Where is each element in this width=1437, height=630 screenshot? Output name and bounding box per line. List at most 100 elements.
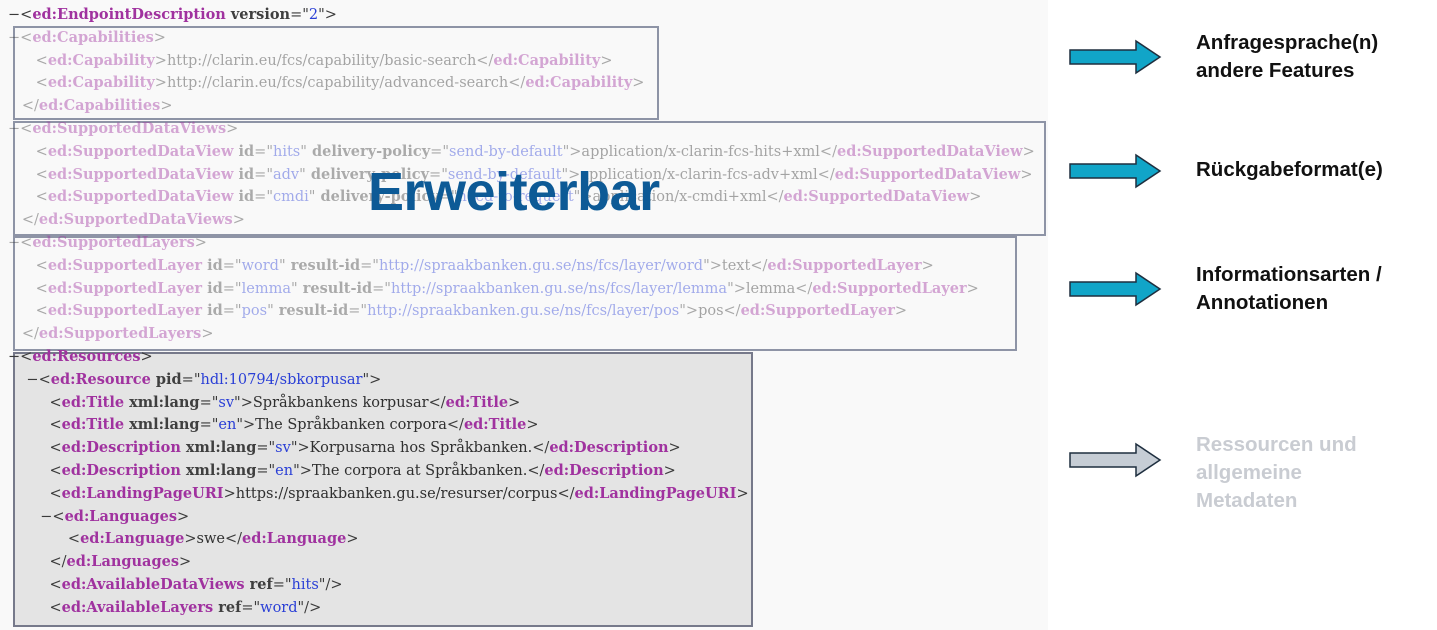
- xml-line: −<ed:SupportedLayers>: [8, 232, 207, 254]
- xml-token: −<: [8, 121, 33, 137]
- xml-line: </ed:Languages>: [8, 551, 191, 573]
- xml-token: <: [8, 485, 62, 502]
- xml-token: ed:Title: [61, 416, 125, 434]
- xml-token: </: [817, 166, 835, 183]
- xml-token: ed:SupportedLayers: [32, 234, 195, 251]
- xml-token: result-id: [285, 256, 361, 274]
- xml-line: <ed:SupportedLayer id="pos" result-id="h…: [8, 300, 907, 322]
- xml-token: =": [222, 303, 242, 320]
- xml-token: <: [8, 280, 48, 297]
- xml-token: >: [966, 280, 979, 297]
- xml-token: <: [8, 531, 81, 548]
- xml-token: ed:SupportedLayers: [38, 325, 202, 343]
- xml-token: <: [8, 599, 62, 616]
- xml-token: Korpusarna hos Språkbanken.: [309, 440, 533, 457]
- xml-token: ed:SupportedLayer: [740, 302, 895, 320]
- callout-line: andere Features: [1196, 59, 1355, 82]
- xml-token: id: [202, 256, 223, 274]
- xml-token: ed:SupportedDataView: [47, 142, 234, 160]
- xml-token: ed:Capability: [525, 74, 633, 92]
- xml-token: ">: [236, 417, 256, 434]
- xml-token: <: [8, 52, 48, 69]
- xml-token: </: [428, 394, 446, 411]
- callout-line: Annotationen: [1196, 291, 1329, 314]
- arrow-icon: [1069, 271, 1162, 307]
- xml-line: </ed:SupportedDataViews>: [8, 209, 245, 231]
- xml-token: en: [218, 417, 237, 434]
- xml-token: sv: [275, 440, 291, 457]
- xml-line: <ed:Capability>http://clarin.eu/fcs/capa…: [8, 50, 613, 72]
- xml-token: ed:SupportedDataView: [47, 165, 234, 183]
- xml-token: <: [8, 440, 62, 457]
- xml-line: </ed:Capabilities>: [8, 95, 173, 117]
- xml-token: ed:SupportedDataViews: [38, 211, 233, 229]
- xml-line: −<ed:EndpointDescription version="2">: [8, 4, 337, 26]
- xml-token: ref: [244, 576, 273, 593]
- xml-token: word: [241, 257, 279, 274]
- xml-token: hits: [273, 143, 301, 160]
- xml-token: application/x-clarin-fcs-hits+xml: [581, 143, 820, 160]
- callout-line: allgemeine: [1196, 461, 1302, 484]
- xml-token: −<: [8, 7, 33, 23]
- xml-token: ed:Languages: [66, 553, 179, 571]
- xml-line: −<ed:SupportedDataViews>: [8, 118, 238, 140]
- xml-token: =": [272, 577, 292, 593]
- xml-token: =": [199, 417, 219, 434]
- xml-token: ": [267, 303, 274, 320]
- xml-token: ed:Capabilities: [38, 97, 161, 115]
- xml-token: </: [8, 326, 39, 343]
- xml-token: ed:Description: [549, 439, 669, 457]
- xml-token: ed:SupportedDataView: [783, 188, 970, 206]
- xml-token: ">: [362, 371, 382, 388]
- xml-token: ed:SupportedLayer: [767, 256, 922, 274]
- xml-token: pid: [150, 370, 182, 388]
- xml-token: ">: [290, 440, 310, 457]
- xml-line: −<ed:Languages>: [8, 506, 189, 528]
- xml-token: ed:Language: [80, 530, 185, 548]
- xml-token: ": [278, 257, 286, 274]
- xml-token: The Språkbanken corpora: [255, 417, 447, 434]
- xml-token: >: [140, 349, 153, 365]
- xml-token: ref: [213, 598, 242, 616]
- xml-line: −<ed:Resource pid="hdl:10794/sbkorpusar"…: [8, 369, 381, 391]
- xml-line: −<ed:Capabilities>: [8, 27, 166, 49]
- xml-token: xml:lang: [180, 439, 257, 457]
- xml-token: </: [446, 417, 464, 434]
- xml-token: ">: [318, 7, 337, 23]
- xml-token: ed:SupportedDataView: [836, 142, 1023, 160]
- xml-token: </: [819, 143, 837, 160]
- xml-token: >: [921, 257, 934, 274]
- xml-token: 2: [308, 7, 319, 23]
- xml-token: http://clarin.eu/fcs/capability/basic-se…: [166, 52, 477, 69]
- xml-token: =": [348, 303, 368, 320]
- xml-line: <ed:SupportedLayer id="lemma" result-id=…: [8, 278, 979, 300]
- xml-token: =": [372, 280, 391, 297]
- xml-token: id: [233, 142, 255, 160]
- callout-label: Ressourcen und allgemeine Metadaten: [1196, 431, 1357, 515]
- xml-token: <: [8, 75, 48, 92]
- xml-token: ed:Title: [445, 393, 509, 411]
- xml-token: "/>: [297, 599, 322, 616]
- arrow-icon: [1069, 153, 1162, 189]
- xml-token: >: [632, 75, 645, 92]
- callout-line: Informationsarten /: [1196, 263, 1382, 286]
- xml-token: ed:Description: [61, 462, 181, 479]
- xml-token: id: [202, 302, 223, 320]
- callout-label: Anfragesprache(n) andere Features: [1196, 29, 1378, 85]
- xml-token: =": [254, 143, 273, 160]
- callout-label: Informationsarten / Annotationen: [1196, 261, 1382, 317]
- xml-token: The corpora at Språkbanken.: [311, 463, 528, 479]
- xml-token: >: [160, 98, 173, 115]
- arrow-shape: [1069, 442, 1162, 478]
- xml-token: >: [969, 189, 982, 206]
- xml-token: sv: [218, 394, 235, 411]
- xml-token: =": [222, 280, 242, 297]
- xml-line: <ed:LandingPageURI>https://spraakbanken.…: [8, 483, 748, 505]
- xml-token: >: [178, 554, 192, 571]
- xml-token: en: [275, 463, 294, 479]
- xml-line: <ed:SupportedLayer id="word" result-id="…: [8, 255, 934, 277]
- xml-token: =": [430, 143, 449, 160]
- xml-token: =": [241, 599, 261, 616]
- callout-label: Rückgabeformat(e): [1196, 156, 1383, 184]
- xml-token: word: [260, 599, 298, 616]
